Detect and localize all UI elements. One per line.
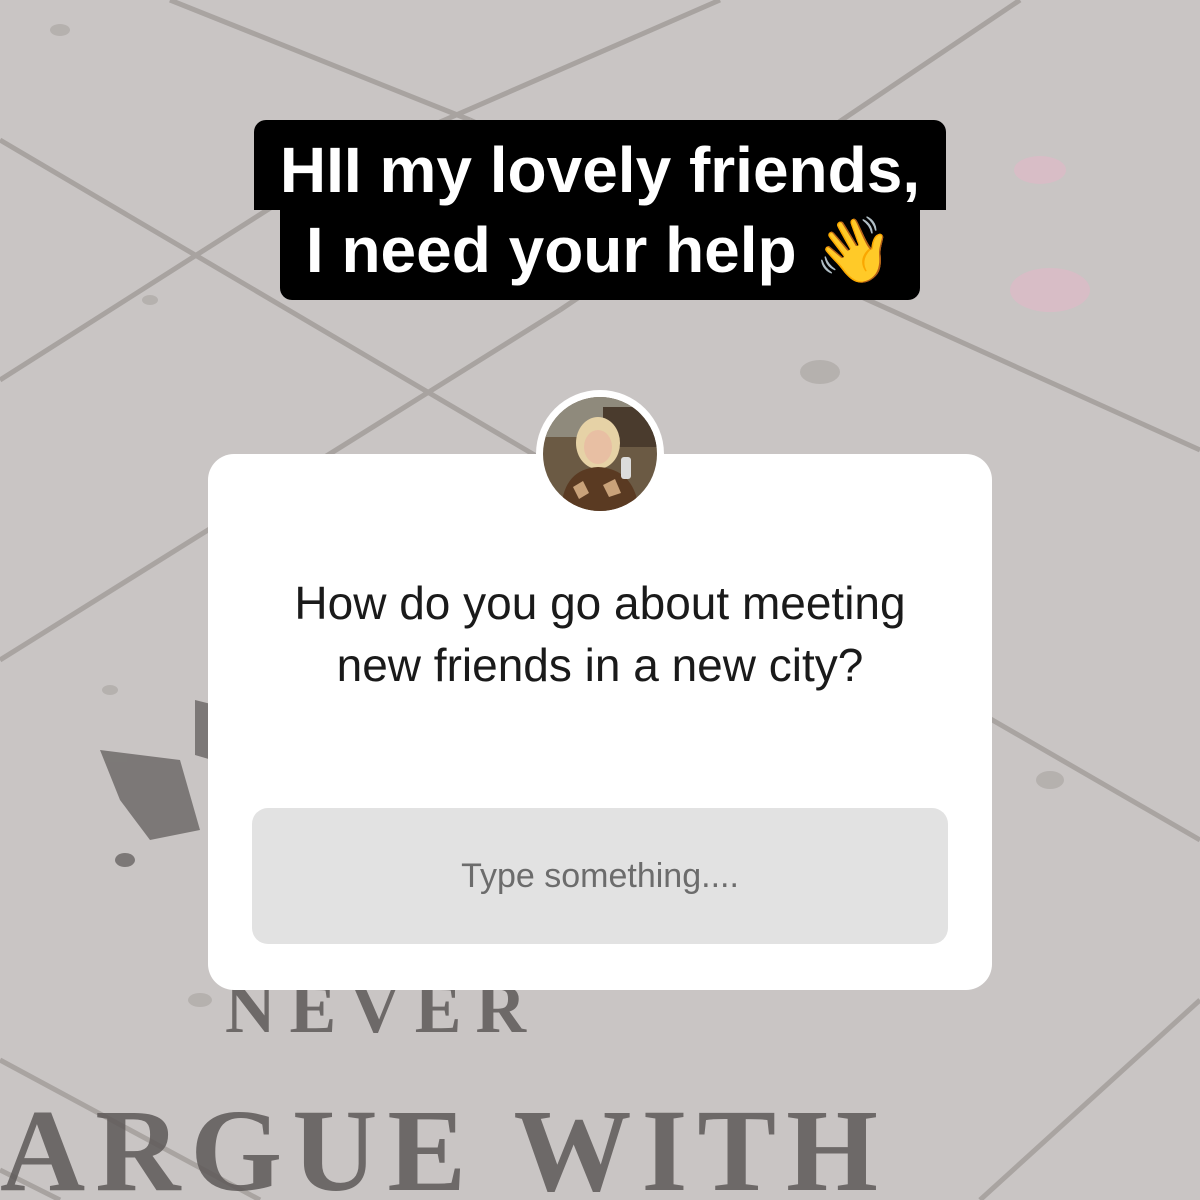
question-text: How do you go about meeting new friends … (294, 577, 906, 691)
caption-line-1: HII my lovely friends, (253, 120, 947, 210)
stencil-text-argue-with: ARGUE WITH (0, 1085, 888, 1200)
answer-placeholder: Type something.... (461, 856, 739, 895)
profile-photo-icon (543, 397, 657, 511)
story-caption: HII my lovely friends, I need your help … (0, 120, 1200, 300)
caption-line-2: I need your help 👋 (279, 210, 921, 300)
question-sticker: How do you go about meeting new friends … (208, 454, 992, 990)
answer-input[interactable]: Type something.... (252, 808, 948, 944)
avatar (536, 390, 664, 518)
